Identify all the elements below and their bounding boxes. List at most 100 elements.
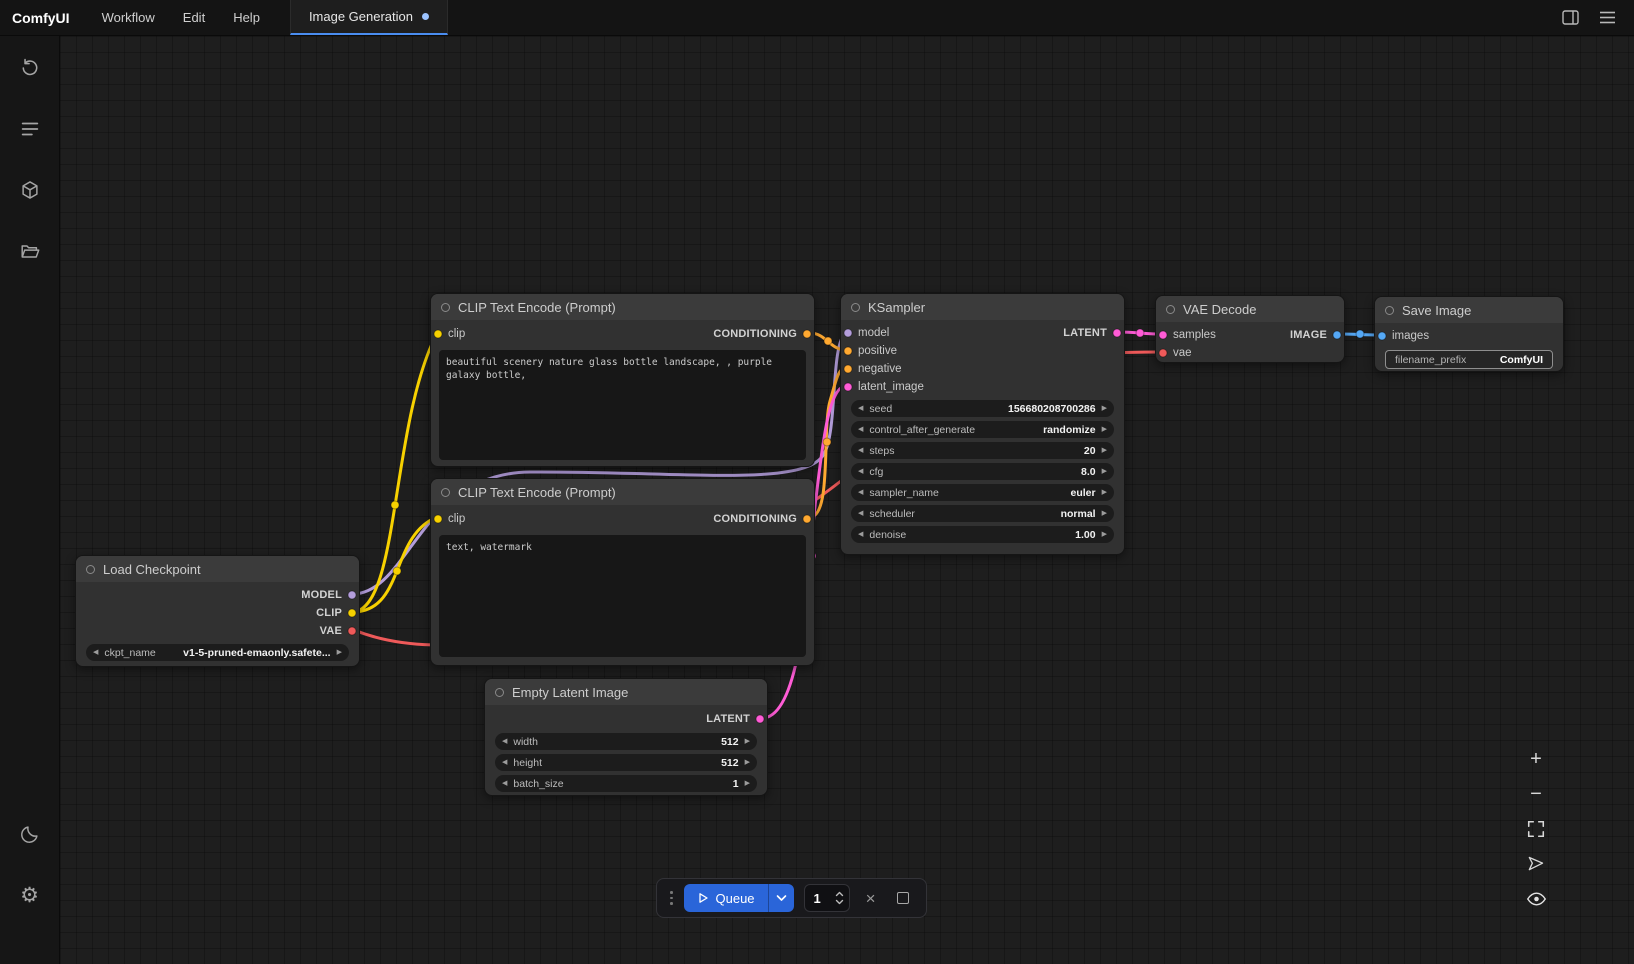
node-title-bar[interactable]: Save Image xyxy=(1375,297,1563,323)
node-empty-latent-image[interactable]: Empty Latent Image LATENT ◀ width 512 ▶ … xyxy=(484,678,768,796)
collapse-dot[interactable] xyxy=(851,303,860,312)
history-icon[interactable] xyxy=(18,56,42,80)
node-title-bar[interactable]: KSampler xyxy=(841,294,1124,320)
input-slot-samples[interactable]: samples xyxy=(1158,329,1216,341)
collapse-dot[interactable] xyxy=(1385,306,1394,315)
input-slot-clip[interactable]: clip xyxy=(433,328,465,340)
node-title-bar[interactable]: CLIP Text Encode (Prompt) xyxy=(431,294,814,320)
input-slot-negative[interactable]: negative xyxy=(843,363,901,375)
decrement-arrow[interactable]: ◀ xyxy=(858,468,863,475)
increment-arrow[interactable]: ▶ xyxy=(1102,447,1107,454)
collapse-dot[interactable] xyxy=(86,565,95,574)
clear-queue-button[interactable]: × xyxy=(860,884,882,912)
panel-toggle-icon[interactable] xyxy=(1562,10,1579,25)
zoom-out-icon[interactable]: − xyxy=(1524,782,1548,806)
increment-arrow[interactable]: ▶ xyxy=(1102,405,1107,412)
widget-cfg[interactable]: ◀ cfg 8.0 ▶ xyxy=(851,463,1114,480)
output-slot-conditioning[interactable]: CONDITIONING xyxy=(713,328,812,340)
node-save-image[interactable]: Save Image images filename_prefix ComfyU… xyxy=(1374,296,1564,372)
fit-view-icon[interactable] xyxy=(1524,817,1548,841)
increment-arrow[interactable]: ▶ xyxy=(337,649,342,656)
increment-arrow[interactable]: ▶ xyxy=(1102,468,1107,475)
widget-denoise[interactable]: ◀ denoise 1.00 ▶ xyxy=(851,526,1114,543)
settings-gear-icon[interactable]: ⚙ xyxy=(18,883,42,907)
node-clip-text-encode-positive[interactable]: CLIP Text Encode (Prompt) clip CONDITION… xyxy=(430,293,815,467)
decrement-arrow[interactable]: ◀ xyxy=(502,759,507,766)
prompt-text-input[interactable]: text, watermark xyxy=(439,535,806,657)
widget-seed[interactable]: ◀ seed 156680208700286 ▶ xyxy=(851,400,1114,417)
input-slot-clip[interactable]: clip xyxy=(433,513,465,525)
decrement-arrow[interactable]: ◀ xyxy=(858,531,863,538)
input-slot-images[interactable]: images xyxy=(1377,330,1429,342)
collapse-dot[interactable] xyxy=(441,488,450,497)
menu-edit[interactable]: Edit xyxy=(169,0,219,35)
pointer-icon[interactable] xyxy=(1524,852,1548,876)
output-slot-conditioning[interactable]: CONDITIONING xyxy=(713,513,812,525)
output-slot-model[interactable]: MODEL xyxy=(301,589,357,601)
decrement-arrow[interactable]: ◀ xyxy=(858,489,863,496)
increment-arrow[interactable]: ▶ xyxy=(745,738,750,745)
tab-image-generation[interactable]: Image Generation xyxy=(290,0,448,35)
widget-ckpt-name[interactable]: ◀ ckpt_name v1-5-pruned-emaonly.safete..… xyxy=(86,644,349,661)
output-slot-image[interactable]: IMAGE xyxy=(1290,329,1342,341)
model-library-icon[interactable] xyxy=(18,178,42,202)
widget-scheduler[interactable]: ◀ scheduler normal ▶ xyxy=(851,505,1114,522)
decrement-arrow[interactable]: ◀ xyxy=(93,649,98,656)
node-ksampler[interactable]: KSampler model LATENT positive xyxy=(840,293,1125,555)
increment-arrow[interactable]: ▶ xyxy=(745,759,750,766)
decrement-arrow[interactable]: ◀ xyxy=(502,738,507,745)
decrement-arrow[interactable]: ◀ xyxy=(502,780,507,787)
widget-steps[interactable]: ◀ steps 20 ▶ xyxy=(851,442,1114,459)
input-slot-latent-image[interactable]: latent_image xyxy=(843,381,924,393)
node-load-checkpoint[interactable]: Load Checkpoint MODEL CLIP VAE xyxy=(75,555,360,667)
menu-help[interactable]: Help xyxy=(219,0,274,35)
stop-button[interactable] xyxy=(892,884,914,912)
decrement-arrow[interactable]: ◀ xyxy=(858,405,863,412)
widget-width[interactable]: ◀ width 512 ▶ xyxy=(495,733,757,750)
theme-moon-icon[interactable] xyxy=(18,822,42,846)
workflows-folder-icon[interactable] xyxy=(18,239,42,263)
input-slot-positive[interactable]: positive xyxy=(843,345,897,357)
collapse-dot[interactable] xyxy=(441,303,450,312)
increment-arrow[interactable]: ▶ xyxy=(1102,531,1107,538)
node-title-bar[interactable]: VAE Decode xyxy=(1156,296,1344,322)
widget-filename-prefix[interactable]: filename_prefix ComfyUI xyxy=(1385,350,1553,369)
menu-icon[interactable] xyxy=(1599,11,1616,24)
increment-arrow[interactable]: ▶ xyxy=(1102,489,1107,496)
node-canvas[interactable]: Load Checkpoint MODEL CLIP VAE xyxy=(60,36,1634,964)
widget-batch-size[interactable]: ◀ batch_size 1 ▶ xyxy=(495,775,757,792)
collapse-dot[interactable] xyxy=(495,688,504,697)
decrement-arrow[interactable]: ◀ xyxy=(858,510,863,517)
node-title-bar[interactable]: CLIP Text Encode (Prompt) xyxy=(431,479,814,505)
queue-button[interactable]: Queue xyxy=(684,884,768,912)
queue-options-button[interactable] xyxy=(768,884,794,912)
decrement-arrow[interactable]: ◀ xyxy=(858,426,863,433)
toggle-visibility-icon[interactable] xyxy=(1524,887,1548,911)
increment-arrow[interactable]: ▶ xyxy=(1102,426,1107,433)
output-slot-latent[interactable]: LATENT xyxy=(706,713,765,725)
widget-height[interactable]: ◀ height 512 ▶ xyxy=(495,754,757,771)
zoom-in-icon[interactable]: + xyxy=(1524,747,1548,771)
widget-control-after-generate[interactable]: ◀ control_after_generate randomize ▶ xyxy=(851,421,1114,438)
node-title-bar[interactable]: Load Checkpoint xyxy=(76,556,359,582)
drag-handle-icon[interactable] xyxy=(669,891,674,905)
queue-list-icon[interactable] xyxy=(18,117,42,141)
output-slot-vae[interactable]: VAE xyxy=(320,625,357,637)
increment-icon[interactable] xyxy=(835,891,844,897)
node-title-bar[interactable]: Empty Latent Image xyxy=(485,679,767,705)
prompt-text-input[interactable]: beautiful scenery nature glass bottle la… xyxy=(439,350,806,460)
decrement-arrow[interactable]: ◀ xyxy=(858,447,863,454)
decrement-icon[interactable] xyxy=(835,899,844,905)
output-slot-latent[interactable]: LATENT xyxy=(1063,327,1122,339)
batch-count-input[interactable]: 1 xyxy=(804,884,850,912)
widget-sampler-name[interactable]: ◀ sampler_name euler ▶ xyxy=(851,484,1114,501)
output-slot-clip[interactable]: CLIP xyxy=(316,607,357,619)
node-clip-text-encode-negative[interactable]: CLIP Text Encode (Prompt) clip CONDITION… xyxy=(430,478,815,666)
increment-arrow[interactable]: ▶ xyxy=(1102,510,1107,517)
increment-arrow[interactable]: ▶ xyxy=(745,780,750,787)
input-slot-vae[interactable]: vae xyxy=(1158,347,1192,359)
collapse-dot[interactable] xyxy=(1166,305,1175,314)
node-vae-decode[interactable]: VAE Decode samples IMAGE vae xyxy=(1155,295,1345,363)
input-slot-model[interactable]: model xyxy=(843,327,889,339)
menu-workflow[interactable]: Workflow xyxy=(88,0,169,35)
